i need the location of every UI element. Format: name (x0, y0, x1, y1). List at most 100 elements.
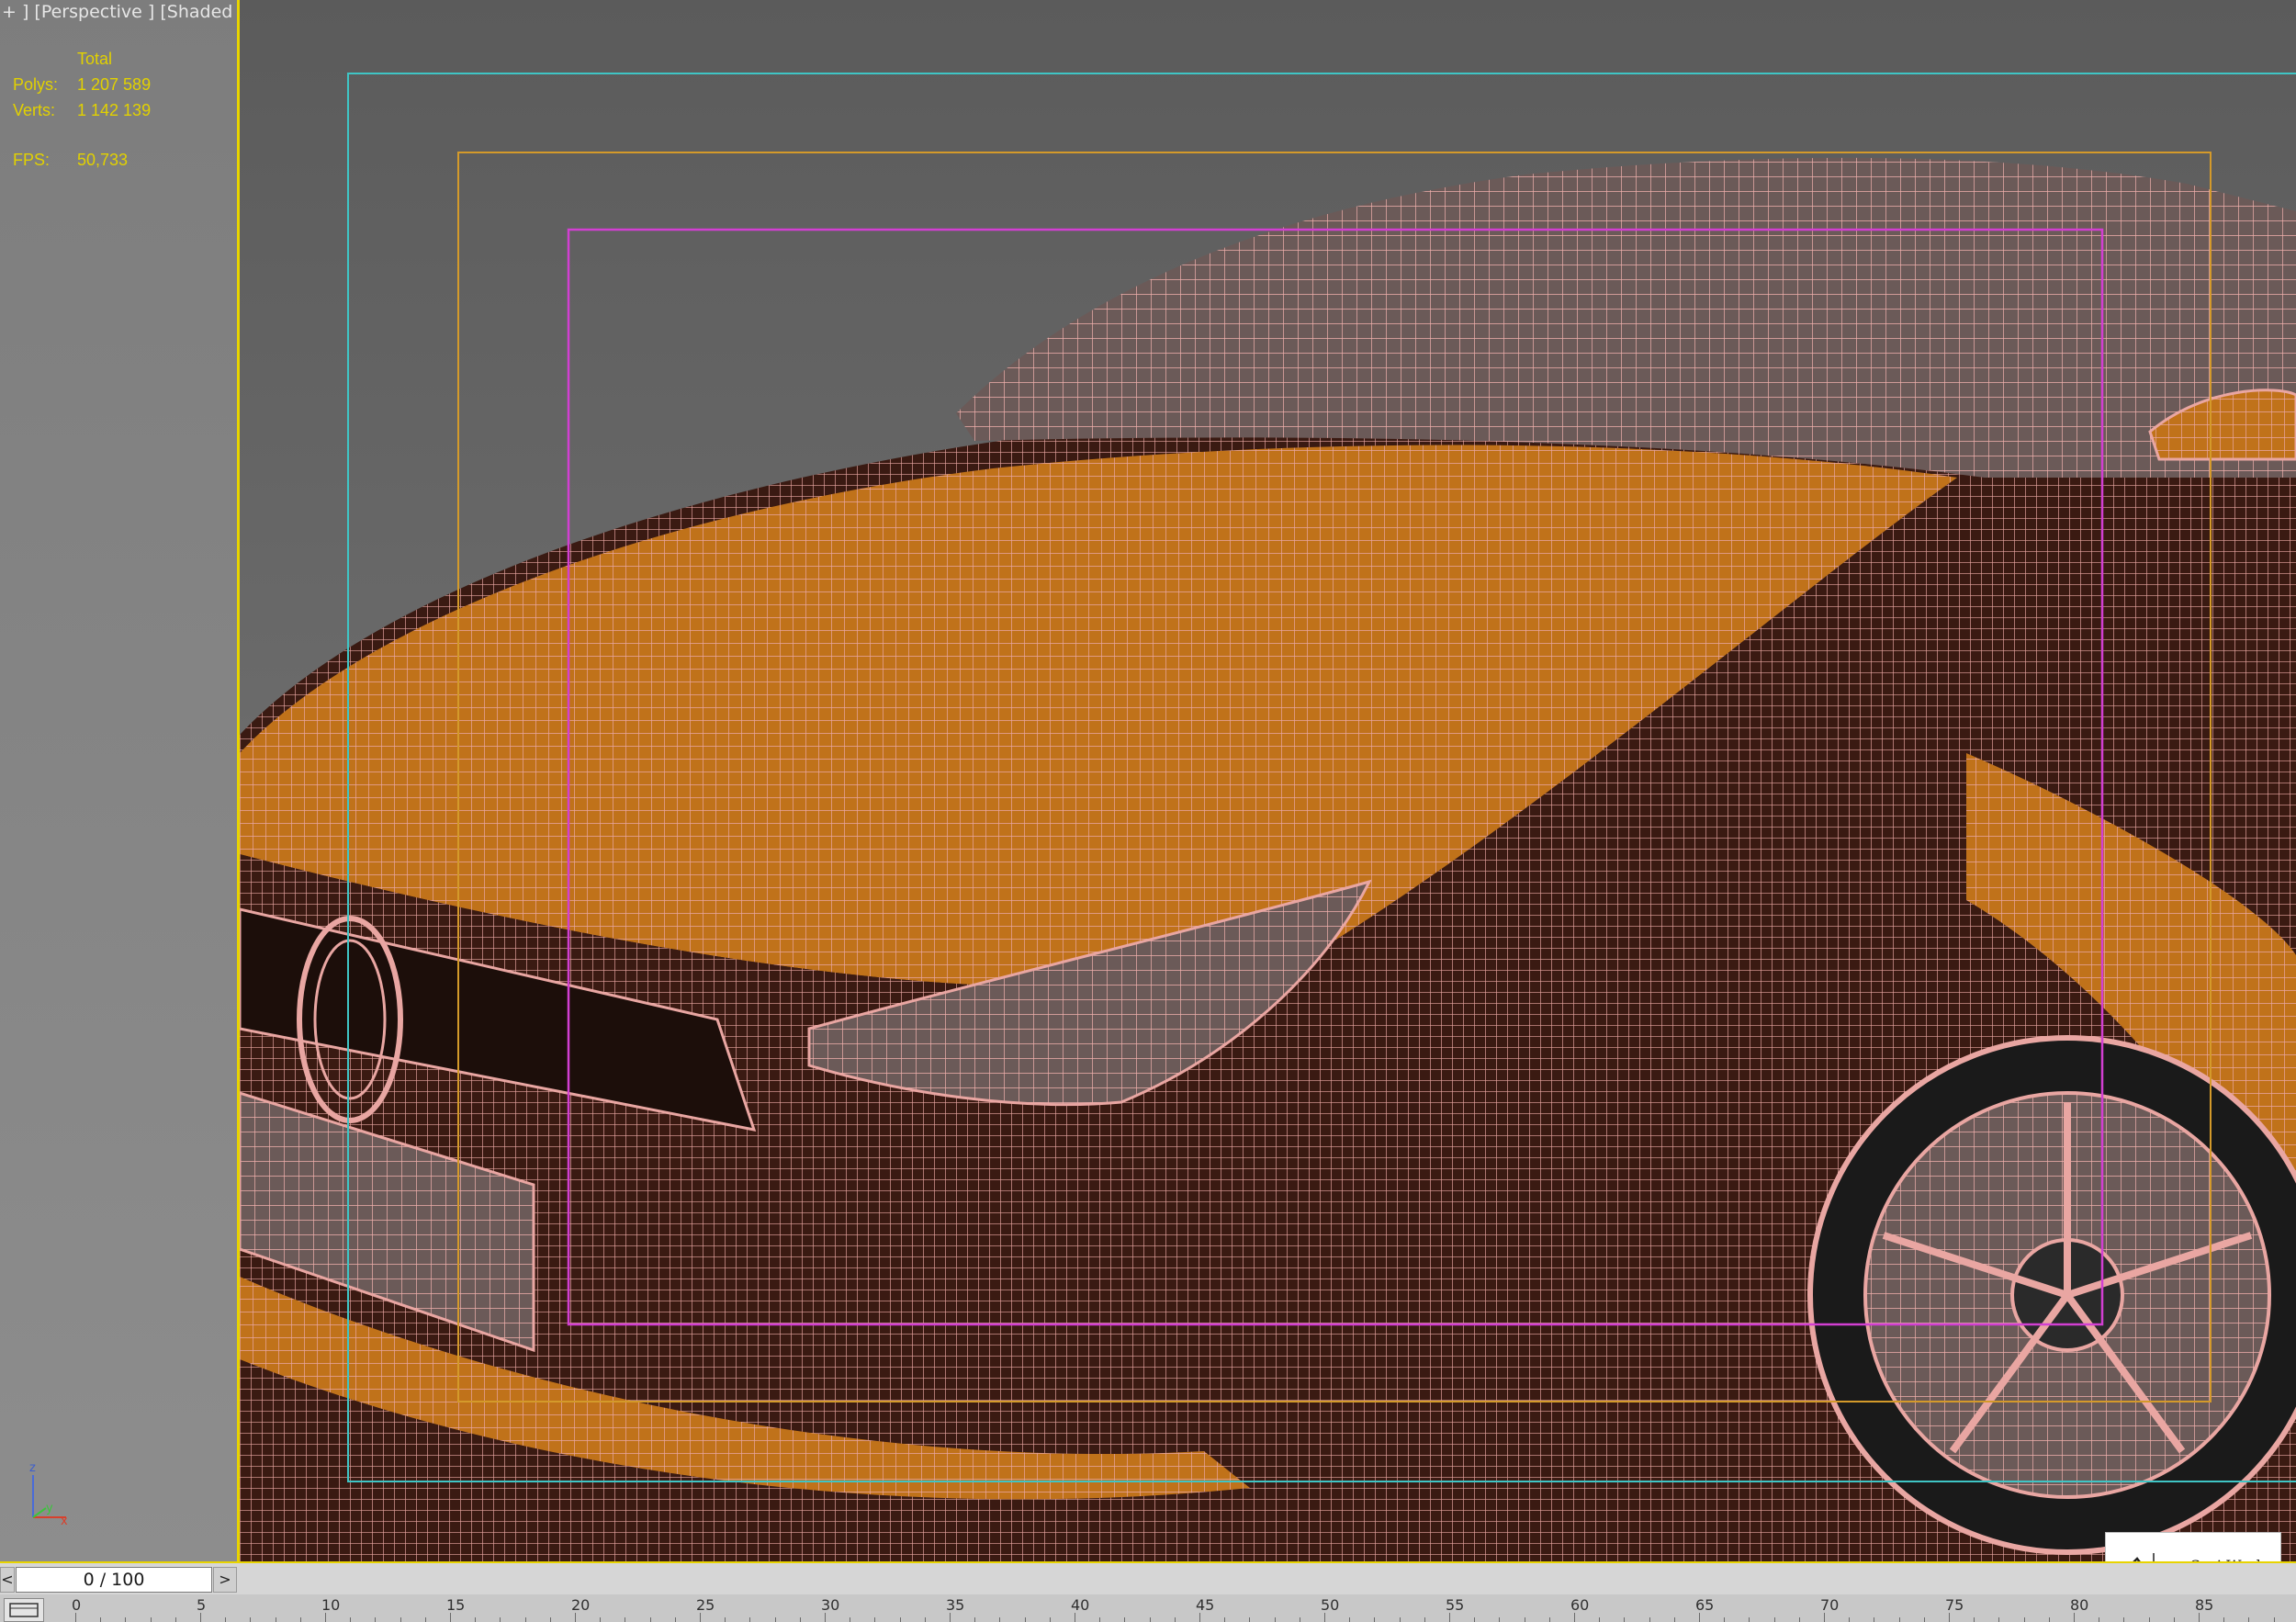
track-tick (1499, 1617, 1501, 1622)
track-tick (774, 1617, 776, 1622)
track-tick (1274, 1617, 1276, 1622)
stats-polys-value: 1 207 589 (77, 75, 152, 94)
track-tick-label: 55 (1446, 1596, 1465, 1614)
stats-total-label: Total (77, 50, 113, 68)
track-tick (1349, 1617, 1351, 1622)
track-tick (2074, 1613, 2075, 1622)
track-tick (924, 1617, 926, 1622)
track-tick (174, 1617, 176, 1622)
track-tick-label: 65 (1695, 1596, 1715, 1614)
track-tick (1249, 1617, 1251, 1622)
track-bar[interactable]: 0 5 10 15 20 25 30 35 40 45 50 55 60 65 70 75 80 85 (0, 1594, 2296, 1622)
track-tick (2123, 1617, 2125, 1622)
track-tick (500, 1617, 501, 1622)
track-tick-label: 35 (946, 1596, 965, 1614)
track-tick (1824, 1613, 1825, 1622)
track-tick (1174, 1617, 1176, 1622)
track-tick (400, 1617, 401, 1622)
perspective-viewport[interactable] (240, 0, 2296, 1561)
track-tick (1099, 1617, 1101, 1622)
filmstrip-icon[interactable] (4, 1598, 44, 1622)
track-tick (1624, 1617, 1626, 1622)
track-tick (375, 1617, 377, 1622)
track-tick (2199, 1613, 2200, 1622)
track-tick-label: 75 (1945, 1596, 1964, 1614)
app-window: + ] [Perspective ] [Shaded + Edged Faces… (0, 0, 2296, 1622)
track-scale[interactable]: 0 5 10 15 20 25 30 35 40 45 50 55 60 65 70 75 80 85 (72, 1594, 2296, 1622)
track-tick (1699, 1613, 1700, 1622)
stats-fps-label: FPS: (13, 151, 51, 169)
time-slider-value[interactable]: 0 / 100 (16, 1567, 212, 1593)
track-tick (475, 1617, 477, 1622)
track-tick (200, 1613, 201, 1622)
track-tick (749, 1617, 751, 1622)
track-tick (1474, 1617, 1476, 1622)
track-tick (999, 1617, 1001, 1622)
track-tick (1949, 1613, 1950, 1622)
track-tick (1324, 1613, 1325, 1622)
track-tick (674, 1617, 676, 1622)
track-tick (799, 1617, 801, 1622)
track-tick-label: 45 (1196, 1596, 1215, 1614)
track-tick (75, 1613, 76, 1622)
track-tick (100, 1617, 102, 1622)
track-tick-label: 70 (1820, 1596, 1840, 1614)
track-tick (1024, 1617, 1026, 1622)
track-tick (899, 1617, 901, 1622)
time-slider[interactable]: < 0 / 100 > (0, 1567, 237, 1593)
track-tick-label: 80 (2070, 1596, 2089, 1614)
track-tick (1649, 1617, 1650, 1622)
track-tick (600, 1617, 602, 1622)
track-tick (1424, 1617, 1425, 1622)
stats-polys-label: Polys: (13, 75, 59, 94)
track-tick (1049, 1617, 1051, 1622)
track-tick (1974, 1617, 1975, 1622)
track-tick (1773, 1617, 1775, 1622)
time-slider-next-button[interactable]: > (213, 1567, 237, 1593)
track-tick (874, 1617, 876, 1622)
track-tick (1898, 1617, 1900, 1622)
track-tick-label: 20 (571, 1596, 591, 1614)
track-tick (225, 1617, 227, 1622)
stats-verts-value: 1 142 139 (77, 101, 152, 119)
time-slider-prev-button[interactable]: < (0, 1567, 15, 1593)
track-tick (150, 1617, 152, 1622)
track-tick (2248, 1617, 2250, 1622)
track-tick-label: 60 (1570, 1596, 1590, 1614)
track-tick-label: 5 (197, 1596, 207, 1614)
track-tick (1548, 1617, 1550, 1622)
stats-verts-label: Verts: (13, 101, 56, 119)
track-tick-label: 85 (2195, 1596, 2214, 1614)
track-tick (325, 1613, 326, 1622)
track-tick (250, 1617, 252, 1622)
track-tick (1998, 1617, 2000, 1622)
track-tick (1849, 1617, 1851, 1622)
stats-fps-value: 50,733 (77, 151, 129, 169)
track-tick (825, 1613, 826, 1622)
track-tick-label: 25 (696, 1596, 715, 1614)
track-tick (1798, 1617, 1800, 1622)
side-viewport[interactable]: + ] [Perspective ] [Shaded + Edged Faces… (0, 0, 380, 1561)
track-tick (2173, 1617, 2175, 1622)
track-tick-label: 0 (72, 1596, 82, 1614)
track-tick (700, 1613, 701, 1622)
track-tick-label: 10 (321, 1596, 341, 1614)
track-tick (2148, 1617, 2150, 1622)
track-tick (1374, 1617, 1376, 1622)
track-tick (1399, 1617, 1401, 1622)
track-tick (1923, 1617, 1925, 1622)
track-tick (524, 1617, 526, 1622)
car-wireframe-render (240, 73, 2296, 1561)
track-tick-label: 40 (1071, 1596, 1090, 1614)
track-tick (1673, 1617, 1675, 1622)
axis-z-label: z (29, 1461, 36, 1475)
track-tick (1224, 1617, 1226, 1622)
track-tick (1599, 1617, 1601, 1622)
track-tick-label: 15 (446, 1596, 466, 1614)
track-tick (125, 1617, 127, 1622)
track-tick (549, 1617, 551, 1622)
track-tick (1449, 1613, 1450, 1622)
track-tick (1749, 1617, 1750, 1622)
axis-gizmo-icon: z y x (29, 1461, 68, 1525)
track-tick (575, 1613, 576, 1622)
